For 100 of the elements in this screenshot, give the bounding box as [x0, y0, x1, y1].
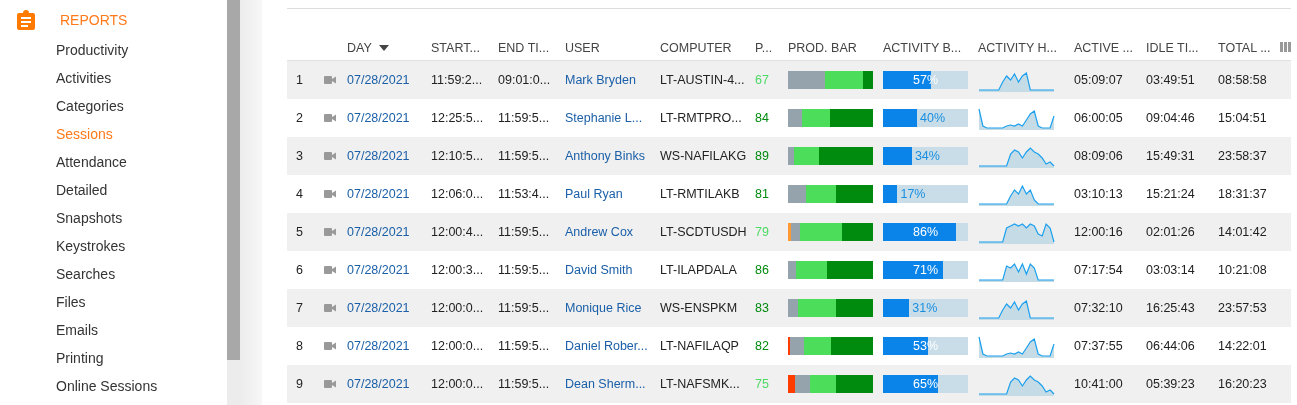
productivity-score: 86	[755, 263, 770, 277]
table-cell-text: 09:01:0...	[498, 73, 552, 87]
column-header[interactable]: END TI...	[498, 40, 550, 55]
date-link[interactable]: 07/28/2021	[347, 225, 431, 239]
table-cell-text: 06:00:05	[1074, 111, 1124, 125]
table-cell-text: WS-ENSPKM	[660, 301, 739, 315]
video-camera-icon[interactable]	[324, 304, 336, 312]
table-cell-text: 16:20:23	[1218, 377, 1268, 391]
row-number: 6	[295, 263, 304, 277]
video-camera-icon[interactable]	[324, 228, 336, 236]
sidebar-item[interactable]: Categories	[0, 99, 227, 127]
user-link[interactable]: Andrew Cox	[565, 225, 660, 239]
table-cell-text: 12:06:0...	[431, 187, 485, 201]
table-cell-text: 23:58:37	[1218, 149, 1268, 163]
video-camera-icon[interactable]	[324, 114, 336, 122]
table-cell-text: 11:59:5...	[498, 377, 551, 391]
date-link[interactable]: 07/28/2021	[347, 149, 431, 163]
table-cell-text: 11:59:2...	[431, 73, 484, 87]
activity-percent: 17%	[900, 187, 926, 201]
table-cell-text: 10:21:08	[1218, 263, 1268, 277]
sidebar-item[interactable]: Files	[0, 295, 227, 323]
column-header[interactable]: IDLE TI...	[1146, 40, 1199, 55]
sidebar-item[interactable]: Searches	[0, 267, 227, 295]
sidebar-item[interactable]: Activities	[0, 71, 227, 99]
sidebar-item[interactable]: Keystrokes	[0, 239, 227, 267]
activity-percent: 31%	[912, 301, 938, 315]
table-cell-text: 23:57:53	[1218, 301, 1268, 315]
table-cell-text: 18:31:37	[1218, 187, 1268, 201]
productivity-score: 89	[755, 149, 770, 163]
column-header[interactable]: PROD. BAR	[788, 40, 857, 55]
date-link[interactable]: 07/28/2021	[347, 111, 431, 125]
table-cell-text: 12:25:5...	[431, 111, 485, 125]
table-cell-text: 05:09:07	[1074, 73, 1124, 87]
column-header[interactable]: ACTIVE ...	[1074, 40, 1134, 55]
table-cell-text: 12:00:0...	[431, 339, 485, 353]
date-link[interactable]: 07/28/2021	[347, 263, 431, 277]
productivity-score: 79	[755, 225, 770, 239]
sidebar-item[interactable]: Online Sessions	[0, 379, 227, 405]
date-link[interactable]: 07/28/2021	[347, 73, 431, 87]
user-link[interactable]: David Smith	[565, 263, 660, 277]
table-cell-text: 12:00:16	[1074, 225, 1124, 239]
table-cell-text: LT-RMTILAKB	[660, 187, 741, 201]
table-cell-text: 08:58:58	[1218, 73, 1268, 87]
user-link[interactable]: Mark Bryden	[565, 73, 660, 87]
activity-percent: 86%	[912, 225, 939, 239]
table-cell-text: 15:04:51	[1218, 111, 1268, 125]
date-link[interactable]: 07/28/2021	[347, 339, 431, 353]
table-cell-text: 12:00:3...	[431, 263, 485, 277]
row-number: 4	[295, 187, 304, 201]
productivity-score: 83	[755, 301, 770, 315]
table-cell-text: 12:00:0...	[431, 301, 485, 315]
table-cell-text: WS-NAFILAKG	[660, 149, 748, 163]
sidebar-item[interactable]: Printing	[0, 351, 227, 379]
column-header[interactable]: START...	[431, 40, 480, 55]
date-link[interactable]: 07/28/2021	[347, 301, 431, 315]
productivity-score: 81	[755, 187, 770, 201]
table-cell-text: 08:09:06	[1074, 149, 1124, 163]
video-camera-icon[interactable]	[324, 76, 336, 84]
row-number: 2	[295, 111, 304, 125]
column-header[interactable]: TOTAL ...	[1218, 40, 1271, 55]
columns-icon[interactable]	[1280, 42, 1291, 52]
table-cell-text: 11:53:4...	[498, 187, 551, 201]
productivity-score: 84	[755, 111, 770, 125]
sidebar-item[interactable]: Productivity	[0, 43, 227, 71]
sidebar-item[interactable]: Attendance	[0, 155, 227, 183]
table-cell-text: 11:59:5...	[498, 301, 551, 315]
date-link[interactable]: 07/28/2021	[347, 187, 431, 201]
user-link[interactable]: Dean Sherm...	[565, 377, 660, 391]
user-link[interactable]: Daniel Rober...	[565, 339, 660, 353]
row-number: 1	[295, 73, 304, 87]
row-number: 5	[295, 225, 304, 239]
sidebar-item[interactable]: Snapshots	[0, 211, 227, 239]
table-cell-text: 09:04:46	[1146, 111, 1196, 125]
sidebar-item[interactable]: Detailed	[0, 183, 227, 211]
table-cell-text: LT-ILAPDALA	[660, 263, 738, 277]
sidebar-item[interactable]: Emails	[0, 323, 227, 351]
user-link[interactable]: Monique Rice	[565, 301, 660, 315]
column-header[interactable]: P...	[755, 40, 773, 55]
table-cell-text: 15:21:24	[1146, 187, 1196, 201]
user-link[interactable]: Anthony Binks	[565, 149, 660, 163]
table-cell-text: LT-NAFSMK...	[660, 377, 741, 391]
row-number: 3	[295, 149, 304, 163]
table-cell-text: LT-RMTPRO...	[660, 111, 743, 125]
video-camera-icon[interactable]	[324, 342, 336, 350]
column-header[interactable]: DAY	[347, 40, 389, 55]
user-link[interactable]: Paul Ryan	[565, 187, 660, 201]
productivity-score: 75	[755, 377, 770, 391]
video-camera-icon[interactable]	[324, 266, 336, 274]
sort-caret-icon	[378, 44, 389, 51]
user-link[interactable]: Stephanie L...	[565, 111, 660, 125]
row-number: 8	[295, 339, 304, 353]
video-camera-icon[interactable]	[324, 152, 336, 160]
column-header[interactable]: USER	[565, 40, 600, 55]
column-header[interactable]: COMPUTER	[660, 40, 732, 55]
video-camera-icon[interactable]	[324, 380, 336, 388]
productivity-score: 67	[755, 73, 770, 87]
video-camera-icon[interactable]	[324, 190, 336, 198]
column-header[interactable]: ACTIVITY B...	[883, 40, 962, 55]
date-link[interactable]: 07/28/2021	[347, 377, 431, 391]
column-header[interactable]: ACTIVITY H...	[978, 40, 1057, 55]
